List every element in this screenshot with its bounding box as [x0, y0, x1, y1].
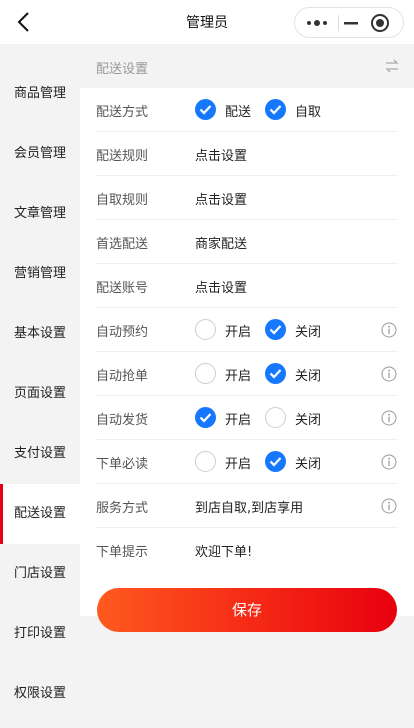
row-preferred-delivery: 首选配送 商家配送: [80, 220, 414, 264]
auto-reserve-label: 自动预约: [96, 325, 149, 340]
row-auto-ship: 自动发货 开启 关闭: [80, 396, 414, 440]
service-mode-value[interactable]: 到店自取,到店享用: [195, 497, 303, 516]
sidebar-item-delivery-settings[interactable]: 配送设置: [0, 484, 80, 544]
must-read-label: 下单必读: [96, 457, 149, 472]
close-record-icon[interactable]: [370, 13, 390, 33]
row-order-tip: 下单提示 欢迎下单!: [80, 528, 414, 572]
unchecked-icon: [195, 319, 216, 340]
auto-reserve-on-label: 开启: [225, 325, 252, 340]
checked-icon: [265, 319, 286, 340]
row-delivery-method: 配送方式 配送 自取: [80, 88, 414, 132]
row-pickup-rules: 自取规则 点击设置: [80, 176, 414, 220]
section-title: 配送设置: [96, 62, 149, 77]
save-button[interactable]: 保存: [97, 588, 397, 632]
checked-icon: [265, 99, 286, 120]
sidebar-item-page-settings[interactable]: 页面设置: [0, 364, 80, 424]
sidebar-item-permission-settings[interactable]: 权限设置: [0, 664, 80, 724]
must-read-on-label: 开启: [225, 457, 252, 472]
info-icon[interactable]: [381, 322, 397, 338]
row-delivery-account: 配送账号 点击设置: [80, 264, 414, 308]
auto-grab-label: 自动抢单: [96, 369, 149, 384]
sidebar-item-print-settings[interactable]: 打印设置: [0, 604, 80, 664]
preferred-delivery-select[interactable]: 商家配送: [195, 233, 247, 252]
row-auto-reserve: 自动预约 开启 关闭: [80, 308, 414, 352]
auto-grab-off-label: 关闭: [295, 369, 322, 384]
unchecked-icon: [265, 407, 286, 428]
auto-ship-off-label: 关闭: [295, 413, 322, 428]
sidebar-item-payment-settings[interactable]: 支付设置: [0, 424, 80, 484]
delivery-rules-link[interactable]: 点击设置: [195, 145, 247, 164]
delivery-method-label: 配送方式: [96, 105, 149, 120]
minimize-icon[interactable]: [342, 14, 360, 32]
row-delivery-rules: 配送规则 点击设置: [80, 132, 414, 176]
info-icon[interactable]: [381, 498, 397, 514]
sidebar-item-basic-settings[interactable]: 基本设置: [0, 304, 80, 364]
unchecked-icon: [195, 363, 216, 384]
sidebar: 商品管理 会员管理 文章管理 营销管理 基本设置 页面设置 支付设置 配送设置 …: [0, 44, 80, 728]
info-icon[interactable]: [381, 366, 397, 382]
row-must-read: 下单必读 开启 关闭: [80, 440, 414, 484]
checked-icon: [195, 407, 216, 428]
delivery-account-link[interactable]: 点击设置: [195, 277, 247, 296]
auto-grab-on-label: 开启: [225, 369, 252, 384]
row-service-mode: 服务方式 到店自取,到店享用: [80, 484, 414, 528]
more-icon[interactable]: [304, 14, 332, 32]
info-icon[interactable]: [381, 454, 397, 470]
preferred-delivery-label: 首选配送: [96, 237, 149, 252]
delivery-account-label: 配送账号: [96, 281, 149, 296]
pickup-rules-link[interactable]: 点击设置: [195, 189, 247, 208]
must-read-off-label: 关闭: [295, 457, 322, 472]
row-auto-grab: 自动抢单 开启 关闭: [80, 352, 414, 396]
checked-icon: [195, 99, 216, 120]
settings-card: 配送方式 配送 自取 配送规则 点击设置 自取规则 点击设置 首选配送 商家配送…: [80, 88, 414, 616]
order-tip-label: 下单提示: [96, 545, 149, 560]
nav-bar: 管理员: [0, 0, 414, 44]
checked-icon: [265, 451, 286, 472]
delivery-rules-label: 配送规则: [96, 149, 149, 164]
sidebar-item-members[interactable]: 会员管理: [0, 124, 80, 184]
capsule-divider: [338, 15, 339, 31]
sidebar-item-goods[interactable]: 商品管理: [0, 64, 80, 124]
delivery-option-pickup-label: 自取: [295, 105, 322, 120]
mini-program-capsule: [294, 7, 404, 38]
info-icon[interactable]: [381, 410, 397, 426]
checked-icon: [265, 363, 286, 384]
sidebar-item-articles[interactable]: 文章管理: [0, 184, 80, 244]
auto-ship-label: 自动发货: [96, 413, 149, 428]
delivery-option-deliver-label: 配送: [225, 105, 252, 120]
order-tip-value[interactable]: 欢迎下单!: [195, 541, 252, 560]
section-header: 配送设置: [80, 44, 414, 88]
sidebar-item-marketing[interactable]: 营销管理: [0, 244, 80, 304]
pickup-rules-label: 自取规则: [96, 193, 149, 208]
unchecked-icon: [195, 451, 216, 472]
auto-ship-on-label: 开启: [225, 413, 252, 428]
auto-reserve-off-label: 关闭: [295, 325, 322, 340]
service-mode-label: 服务方式: [96, 501, 149, 516]
swap-icon[interactable]: [384, 58, 400, 74]
sidebar-item-store-settings[interactable]: 门店设置: [0, 544, 80, 604]
